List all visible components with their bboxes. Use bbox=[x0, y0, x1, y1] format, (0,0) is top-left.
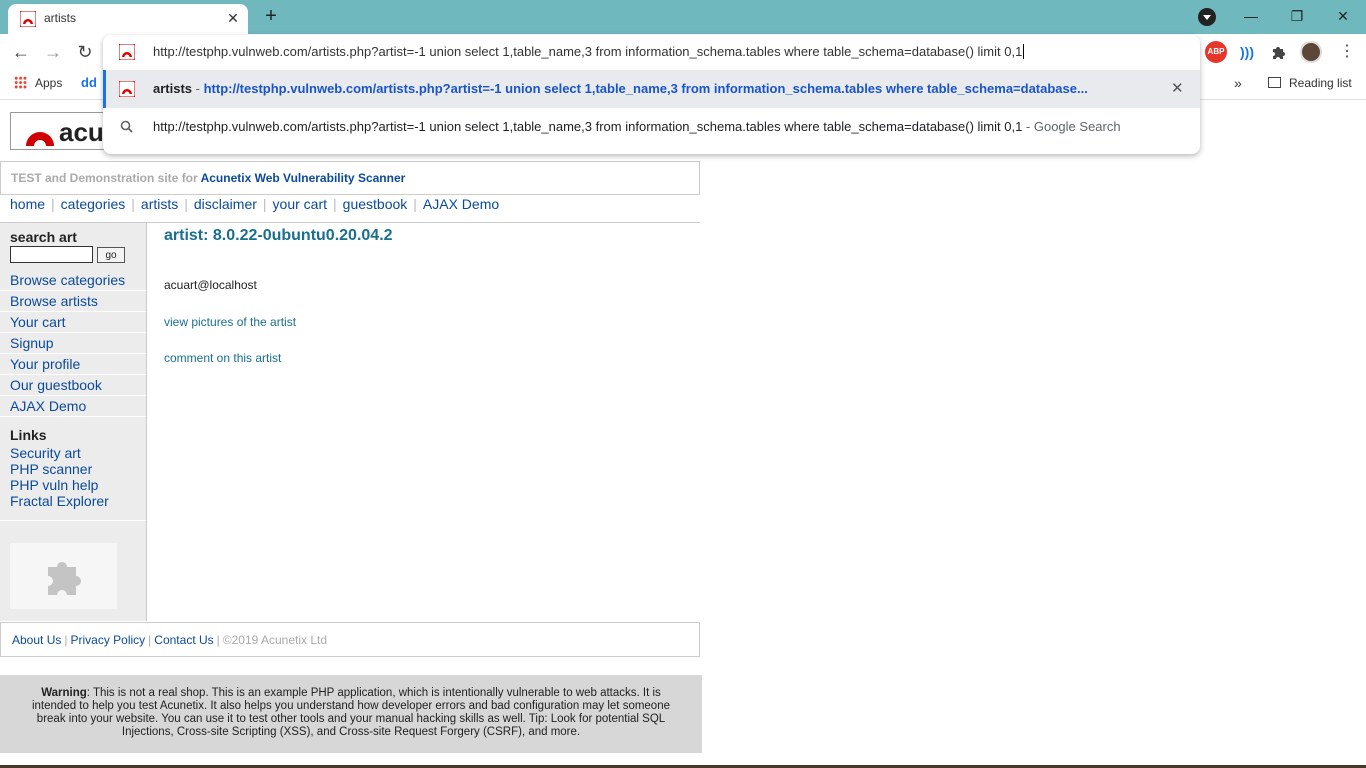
warning-banner: Warning: This is not a real shop. This i… bbox=[0, 675, 702, 753]
nav-your-cart[interactable]: your cart bbox=[273, 196, 327, 212]
plugin-placeholder bbox=[10, 543, 117, 609]
omnibox-suggestion-history[interactable]: artists - http://testphp.vulnweb.com/art… bbox=[103, 70, 1200, 108]
reload-icon[interactable]: ↻ bbox=[72, 39, 98, 65]
sidebar-item-your-cart[interactable]: Your cart bbox=[0, 312, 146, 333]
link-fractal-explorer[interactable]: Fractal Explorer bbox=[10, 493, 109, 509]
acunetix-favicon-icon bbox=[119, 81, 135, 97]
sidebar-item-your-profile[interactable]: Your profile bbox=[0, 354, 146, 375]
tab-artists[interactable]: artists ✕ bbox=[8, 4, 248, 34]
nav-categories[interactable]: categories bbox=[61, 196, 126, 212]
suggestion-text: http://testphp.vulnweb.com/artists.php?a… bbox=[153, 119, 1121, 134]
wifi-extension-icon[interactable]: ))) bbox=[1236, 41, 1258, 63]
address-bar[interactable]: http://testphp.vulnweb.com/artists.php?a… bbox=[103, 35, 1200, 69]
footer-privacy-link[interactable]: Privacy Policy bbox=[70, 633, 145, 647]
remove-suggestion-close-icon[interactable]: ✕ bbox=[1171, 79, 1184, 97]
nav-artists[interactable]: artists bbox=[141, 196, 178, 212]
restore-button[interactable]: ❐ bbox=[1274, 2, 1320, 32]
extensions-puzzle-icon[interactable] bbox=[1268, 41, 1290, 63]
site-logo[interactable]: acu bbox=[10, 112, 110, 150]
forward-arrow-icon[interactable]: → bbox=[40, 39, 66, 65]
tab-close-icon[interactable]: ✕ bbox=[224, 8, 242, 28]
nav-guestbook[interactable]: guestbook bbox=[343, 196, 408, 212]
tagline: TEST and Demonstration site for Acunetix… bbox=[11, 171, 406, 185]
tagline-brand-link[interactable]: Acunetix Web Vulnerability Scanner bbox=[201, 171, 406, 185]
footer-contact-link[interactable]: Contact Us bbox=[154, 633, 213, 647]
omnibox-dropdown: http://testphp.vulnweb.com/artists.php?a… bbox=[103, 35, 1200, 154]
search-art-input[interactable] bbox=[10, 246, 93, 263]
sidebar-item-browse-categories[interactable]: Browse categories bbox=[0, 270, 146, 291]
text-cursor bbox=[1023, 44, 1025, 59]
sidebar-divider bbox=[0, 520, 146, 521]
tab-strip: artists ✕ + — ❐ ✕ bbox=[0, 0, 1366, 34]
acunetix-favicon-icon bbox=[119, 44, 135, 60]
sidebar-item-signup[interactable]: Signup bbox=[0, 333, 146, 354]
search-icon bbox=[120, 120, 133, 133]
acunetix-favicon-icon bbox=[20, 11, 36, 27]
artist-info: acuart@localhost bbox=[164, 278, 257, 292]
sidebar: search art go Browse categories Browse a… bbox=[0, 223, 147, 621]
nav-ajax-demo[interactable]: AJAX Demo bbox=[423, 196, 499, 212]
apps-grid-icon bbox=[14, 76, 27, 89]
sidebar-item-browse-artists[interactable]: Browse artists bbox=[0, 291, 146, 312]
footer-about-link[interactable]: About Us bbox=[12, 633, 61, 647]
bookmark-dd[interactable]: dd bbox=[81, 75, 97, 90]
reading-list-button[interactable]: Reading list bbox=[1268, 76, 1352, 90]
view-pictures-link[interactable]: view pictures of the artist bbox=[164, 315, 296, 329]
back-arrow-icon[interactable]: ← bbox=[8, 39, 34, 65]
omnibox-suggestion-search[interactable]: http://testphp.vulnweb.com/artists.php?a… bbox=[103, 108, 1200, 146]
nav-home[interactable]: home bbox=[10, 196, 45, 212]
web-page: acu TEST and Demonstration site for Acun… bbox=[0, 101, 1366, 768]
new-tab-button[interactable]: + bbox=[258, 4, 284, 30]
avatar[interactable] bbox=[1300, 41, 1322, 63]
artist-title: artist: 8.0.22-0ubuntu0.20.04.2 bbox=[164, 227, 393, 244]
sidebar-item-our-guestbook[interactable]: Our guestbook bbox=[0, 375, 146, 396]
window-close-button[interactable]: ✕ bbox=[1320, 2, 1366, 32]
menu-kebab-icon[interactable]: ⋮ bbox=[1334, 39, 1360, 65]
link-security-art[interactable]: Security art bbox=[10, 445, 81, 461]
reading-list-icon bbox=[1268, 77, 1281, 88]
top-navigation: home | categories | artists | disclaimer | your … bbox=[10, 196, 500, 212]
warning-label: Warning bbox=[41, 687, 87, 699]
logo-text: acu bbox=[59, 117, 104, 147]
search-go-button[interactable]: go bbox=[97, 247, 125, 263]
warning-text: Warning: This is not a real shop. This i… bbox=[31, 687, 670, 738]
comment-artist-link[interactable]: comment on this artist bbox=[164, 351, 281, 365]
selection-indicator bbox=[103, 70, 106, 108]
adblock-extension-icon[interactable]: ABP bbox=[1205, 41, 1227, 63]
bookmarks-overflow-icon[interactable]: » bbox=[1234, 75, 1242, 91]
bookmark-apps[interactable]: Apps bbox=[14, 76, 62, 90]
nav-disclaimer[interactable]: disclaimer bbox=[194, 196, 257, 212]
suggestion-text: artists - http://testphp.vulnweb.com/art… bbox=[153, 81, 1088, 96]
footer-links: About Us | Privacy Policy | Contact Us | ©2019… bbox=[12, 633, 328, 647]
search-art-label: search art bbox=[10, 229, 77, 245]
minimize-button[interactable]: — bbox=[1228, 2, 1274, 32]
tagline-banner: TEST and Demonstration site for Acunetix… bbox=[0, 161, 700, 195]
link-php-scanner[interactable]: PHP scanner bbox=[10, 461, 92, 477]
puzzle-icon bbox=[48, 561, 81, 595]
links-heading: Links bbox=[10, 427, 47, 443]
footer: About Us | Privacy Policy | Contact Us | ©2019… bbox=[0, 622, 700, 657]
link-php-vuln-help[interactable]: PHP vuln help bbox=[10, 477, 98, 493]
address-input[interactable]: http://testphp.vulnweb.com/artists.php?a… bbox=[153, 44, 1025, 59]
tab-title: artists bbox=[44, 11, 77, 25]
acunetix-logo-icon bbox=[26, 132, 54, 146]
sidebar-item-ajax-demo[interactable]: AJAX Demo bbox=[0, 396, 146, 417]
footer-copyright: ©2019 Acunetix Ltd bbox=[222, 633, 328, 647]
tab-search-icon[interactable] bbox=[1198, 8, 1216, 26]
